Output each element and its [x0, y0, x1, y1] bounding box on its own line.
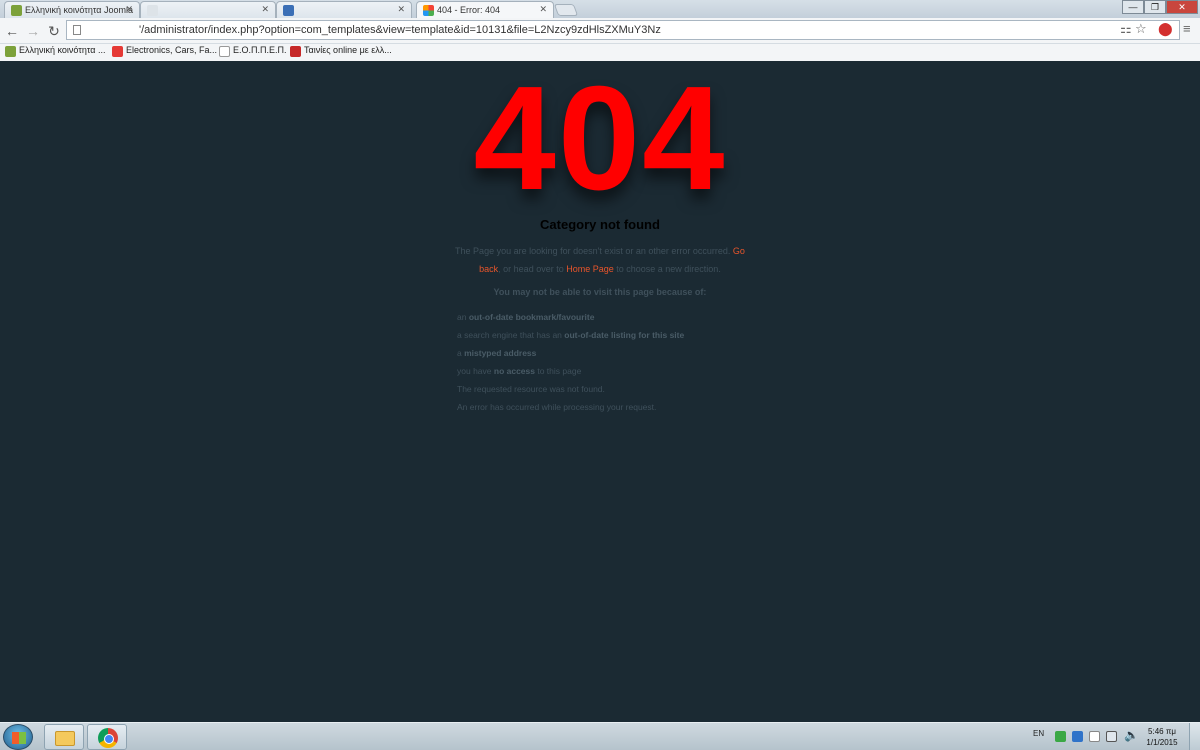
joomla-favicon-icon: [423, 5, 434, 16]
tab-strip: Ελληνική κοινότητα Joomla ✕ ✕ ✕ 404 - Er…: [0, 0, 1200, 19]
menu-icon[interactable]: ≡: [1183, 21, 1191, 36]
show-desktop-button[interactable]: [1189, 723, 1200, 750]
file-explorer-icon: [55, 731, 75, 746]
language-indicator[interactable]: EN: [1033, 729, 1044, 738]
taskbar: EN 🔈 5:46 πμ 1/1/2015: [0, 722, 1200, 750]
tab-joomla-community[interactable]: Ελληνική κοινότητα Joomla ✕: [4, 1, 140, 18]
clock-time: 5:46 πμ: [1148, 727, 1176, 736]
list-item: you have no access to this page: [457, 366, 582, 376]
joomla-favicon-icon: [5, 46, 16, 57]
file-explorer-button[interactable]: [44, 724, 84, 750]
bookmark-joomla[interactable]: Ελληνική κοινότητα ...: [5, 45, 105, 57]
address-bar[interactable]: '/administrator/index.php?option=com_tem…: [66, 20, 1180, 40]
security-tray-icon[interactable]: [1055, 731, 1066, 742]
hd-favicon-icon: [290, 46, 301, 57]
bookmark-star-icon[interactable]: ☆: [1135, 21, 1147, 37]
url-text: '/administrator/index.php?option=com_tem…: [139, 24, 661, 36]
close-tab-icon[interactable]: ✕: [539, 4, 547, 15]
chrome-icon: [98, 728, 118, 748]
bookmark-movies[interactable]: Ταινίες online με ελλ...: [290, 45, 392, 57]
back-arrow-icon[interactable]: ←: [3, 22, 21, 40]
clock[interactable]: 5:46 πμ 1/1/2015: [1140, 726, 1184, 748]
page-favicon-icon: [283, 5, 294, 16]
list-item: a search engine that has an out-of-date …: [457, 330, 685, 340]
restore-button[interactable]: ❐: [1144, 0, 1166, 14]
bookmark-electronics[interactable]: Electronics, Cars, Fa...: [112, 45, 217, 57]
reasons-heading: You may not be able to visit this page b…: [493, 287, 707, 297]
opera-extension-icon[interactable]: ⬤: [1158, 21, 1173, 37]
windows-start-icon[interactable]: [3, 724, 33, 750]
close-tab-icon[interactable]: ✕: [397, 4, 405, 15]
new-tab-button[interactable]: [553, 4, 579, 16]
tab-blurred-2[interactable]: ✕: [276, 1, 412, 18]
error-message: The Page you are looking for doesn't exi…: [455, 246, 745, 274]
shop-favicon-icon: [112, 46, 123, 57]
chrome-taskbar-button[interactable]: [87, 724, 127, 750]
minimize-button[interactable]: —: [1122, 0, 1144, 14]
bookmark-eoppep[interactable]: Ε.Ο.Π.Π.Ε.Π.: [219, 45, 287, 57]
list-item: an out-of-date bookmark/favourite: [457, 312, 595, 322]
list-item: An error has occurred while processing y…: [457, 402, 657, 412]
flag-tray-icon[interactable]: [1089, 731, 1100, 742]
reload-icon[interactable]: ↻: [45, 22, 63, 40]
close-tab-icon[interactable]: ✕: [125, 4, 133, 15]
close-tab-icon[interactable]: ✕: [261, 4, 269, 15]
translate-icon[interactable]: ⚏: [1120, 21, 1132, 37]
browser-chrome: Ελληνική κοινότητα Joomla ✕ ✕ ✕ 404 - Er…: [0, 0, 1200, 61]
network-tray-icon[interactable]: [1106, 731, 1117, 742]
error-code: 404: [473, 56, 727, 221]
page-icon: [73, 25, 81, 35]
reasons-list: an out-of-date bookmark/favourite a sear…: [457, 310, 684, 418]
list-item: The requested resource was not found.: [457, 384, 605, 394]
clock-date: 1/1/2015: [1146, 738, 1178, 747]
error-page: 404 Category not found The Page you are …: [0, 61, 1200, 722]
page-favicon-icon: [219, 46, 230, 57]
tab-blurred-1[interactable]: ✕: [140, 1, 276, 18]
forward-arrow-icon[interactable]: →: [24, 22, 42, 40]
volume-icon[interactable]: 🔈: [1124, 728, 1139, 742]
joomla-favicon-icon: [11, 5, 22, 16]
tab-404-error[interactable]: 404 - Error: 404 ✕: [416, 1, 554, 19]
list-item: a mistyped address: [457, 348, 537, 358]
home-page-link[interactable]: Home Page: [566, 264, 614, 274]
page-favicon-icon: [147, 5, 158, 16]
toolbar: ← → ↻ '/administrator/index.php?option=c…: [0, 18, 1200, 43]
error-title: Category not found: [540, 217, 660, 232]
close-window-button[interactable]: ✕: [1166, 0, 1198, 14]
app-tray-icon[interactable]: [1072, 731, 1083, 742]
